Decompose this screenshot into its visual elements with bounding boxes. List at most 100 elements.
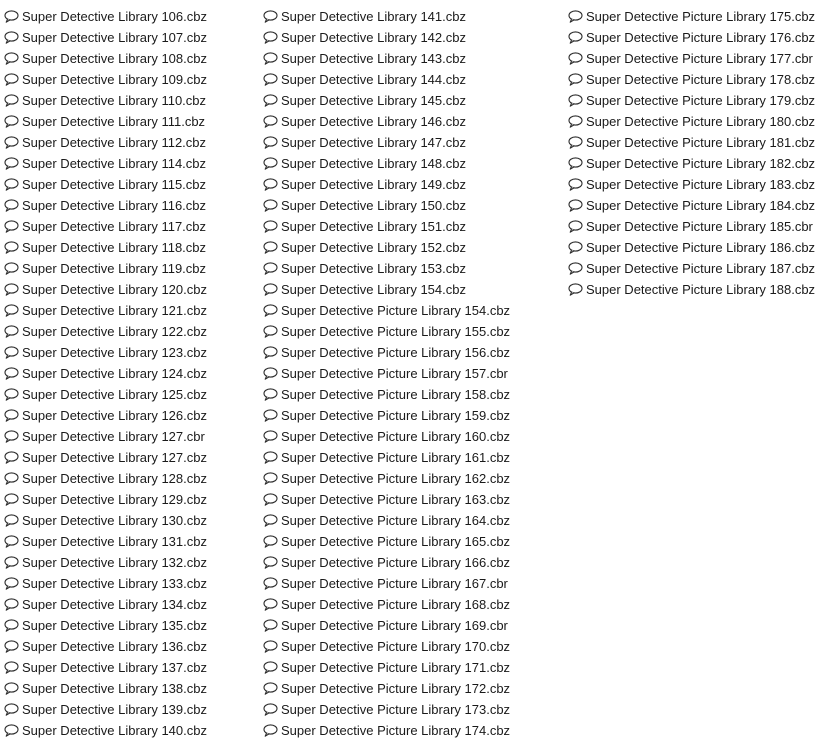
file-item[interactable]: Super Detective Picture Library 170.cbz (263, 636, 565, 657)
file-item[interactable]: Super Detective Picture Library 156.cbz (263, 342, 565, 363)
file-item[interactable]: Super Detective Library 129.cbz (4, 489, 260, 510)
file-item[interactable]: Super Detective Picture Library 163.cbz (263, 489, 565, 510)
file-item[interactable]: Super Detective Picture Library 161.cbz (263, 447, 565, 468)
file-item[interactable]: Super Detective Picture Library 177.cbr (568, 48, 833, 69)
file-item[interactable]: Super Detective Library 107.cbz (4, 27, 260, 48)
file-item[interactable]: Super Detective Picture Library 167.cbr (263, 573, 565, 594)
file-item[interactable]: Super Detective Library 149.cbz (263, 174, 565, 195)
file-item[interactable]: Super Detective Picture Library 155.cbz (263, 321, 565, 342)
file-item[interactable]: Super Detective Picture Library 188.cbz (568, 279, 833, 300)
file-item[interactable]: Super Detective Picture Library 185.cbr (568, 216, 833, 237)
file-item[interactable]: Super Detective Picture Library 165.cbz (263, 531, 565, 552)
file-item[interactable]: Super Detective Library 144.cbz (263, 69, 565, 90)
file-item[interactable]: Super Detective Library 117.cbz (4, 216, 260, 237)
file-item[interactable]: Super Detective Library 151.cbz (263, 216, 565, 237)
speech-bubble-icon (263, 534, 281, 550)
file-item[interactable]: Super Detective Library 109.cbz (4, 69, 260, 90)
file-item[interactable]: Super Detective Picture Library 157.cbr (263, 363, 565, 384)
file-item[interactable]: Super Detective Library 127.cbr (4, 426, 260, 447)
file-item[interactable]: Super Detective Library 138.cbz (4, 678, 260, 699)
file-item[interactable]: Super Detective Picture Library 181.cbz (568, 132, 833, 153)
speech-bubble-icon (263, 702, 281, 718)
file-item[interactable]: Super Detective Library 128.cbz (4, 468, 260, 489)
file-item[interactable]: Super Detective Library 111.cbz (4, 111, 260, 132)
file-item[interactable]: Super Detective Picture Library 184.cbz (568, 195, 833, 216)
speech-bubble-icon (263, 324, 281, 340)
file-item[interactable]: Super Detective Library 110.cbz (4, 90, 260, 111)
speech-bubble-icon (4, 240, 22, 256)
file-item[interactable]: Super Detective Library 123.cbz (4, 342, 260, 363)
speech-bubble-icon (4, 324, 22, 340)
file-item[interactable]: Super Detective Picture Library 182.cbz (568, 153, 833, 174)
file-item[interactable]: Super Detective Library 153.cbz (263, 258, 565, 279)
file-item[interactable]: Super Detective Picture Library 179.cbz (568, 90, 833, 111)
file-item[interactable]: Super Detective Library 141.cbz (263, 6, 565, 27)
file-item[interactable]: Super Detective Library 146.cbz (263, 111, 565, 132)
file-item[interactable]: Super Detective Library 131.cbz (4, 531, 260, 552)
file-item[interactable]: Super Detective Picture Library 162.cbz (263, 468, 565, 489)
file-item[interactable]: Super Detective Library 124.cbz (4, 363, 260, 384)
file-name: Super Detective Picture Library 173.cbz (281, 702, 511, 717)
file-item[interactable]: Super Detective Picture Library 158.cbz (263, 384, 565, 405)
file-item[interactable]: Super Detective Picture Library 180.cbz (568, 111, 833, 132)
file-item[interactable]: Super Detective Picture Library 183.cbz (568, 174, 833, 195)
file-item[interactable]: Super Detective Library 147.cbz (263, 132, 565, 153)
file-item[interactable]: Super Detective Library 112.cbz (4, 132, 260, 153)
file-item[interactable]: Super Detective Picture Library 159.cbz (263, 405, 565, 426)
file-item[interactable]: Super Detective Picture Library 187.cbz (568, 258, 833, 279)
file-item[interactable]: Super Detective Library 118.cbz (4, 237, 260, 258)
file-item[interactable]: Super Detective Picture Library 175.cbz (568, 6, 833, 27)
file-item[interactable]: Super Detective Library 126.cbz (4, 405, 260, 426)
file-name: Super Detective Picture Library 179.cbz (586, 93, 816, 108)
speech-bubble-icon (4, 534, 22, 550)
speech-bubble-icon (568, 51, 586, 67)
file-item[interactable]: Super Detective Library 119.cbz (4, 258, 260, 279)
file-item[interactable]: Super Detective Picture Library 160.cbz (263, 426, 565, 447)
file-item[interactable]: Super Detective Library 142.cbz (263, 27, 565, 48)
file-item[interactable]: Super Detective Library 114.cbz (4, 153, 260, 174)
file-item[interactable]: Super Detective Picture Library 171.cbz (263, 657, 565, 678)
file-item[interactable]: Super Detective Library 152.cbz (263, 237, 565, 258)
file-item[interactable]: Super Detective Library 143.cbz (263, 48, 565, 69)
file-item[interactable]: Super Detective Library 122.cbz (4, 321, 260, 342)
file-item[interactable]: Super Detective Library 139.cbz (4, 699, 260, 720)
file-item[interactable]: Super Detective Library 115.cbz (4, 174, 260, 195)
file-item[interactable]: Super Detective Library 130.cbz (4, 510, 260, 531)
file-item[interactable]: Super Detective Library 108.cbz (4, 48, 260, 69)
file-item[interactable]: Super Detective Library 132.cbz (4, 552, 260, 573)
file-item[interactable]: Super Detective Library 150.cbz (263, 195, 565, 216)
file-item[interactable]: Super Detective Library 120.cbz (4, 279, 260, 300)
speech-bubble-icon (263, 156, 281, 172)
file-item[interactable]: Super Detective Library 106.cbz (4, 6, 260, 27)
file-item[interactable]: Super Detective Library 127.cbz (4, 447, 260, 468)
file-name: Super Detective Library 126.cbz (22, 408, 207, 423)
file-item[interactable]: Super Detective Picture Library 168.cbz (263, 594, 565, 615)
file-item[interactable]: Super Detective Library 145.cbz (263, 90, 565, 111)
file-item[interactable]: Super Detective Picture Library 164.cbz (263, 510, 565, 531)
file-name: Super Detective Picture Library 170.cbz (281, 639, 511, 654)
file-item[interactable]: Super Detective Library 121.cbz (4, 300, 260, 321)
file-item[interactable]: Super Detective Library 135.cbz (4, 615, 260, 636)
file-name: Super Detective Picture Library 180.cbz (586, 114, 816, 129)
file-item[interactable]: Super Detective Picture Library 186.cbz (568, 237, 833, 258)
file-name: Super Detective Picture Library 167.cbr (281, 576, 508, 591)
file-item[interactable]: Super Detective Library 137.cbz (4, 657, 260, 678)
file-item[interactable]: Super Detective Library 116.cbz (4, 195, 260, 216)
speech-bubble-icon (4, 177, 22, 193)
file-item[interactable]: Super Detective Library 133.cbz (4, 573, 260, 594)
file-item[interactable]: Super Detective Picture Library 173.cbz (263, 699, 565, 720)
file-item[interactable]: Super Detective Library 125.cbz (4, 384, 260, 405)
file-item[interactable]: Super Detective Library 134.cbz (4, 594, 260, 615)
speech-bubble-icon (4, 681, 22, 697)
file-item[interactable]: Super Detective Picture Library 172.cbz (263, 678, 565, 699)
file-item[interactable]: Super Detective Picture Library 176.cbz (568, 27, 833, 48)
file-item[interactable]: Super Detective Picture Library 166.cbz (263, 552, 565, 573)
file-item[interactable]: Super Detective Picture Library 169.cbr (263, 615, 565, 636)
file-item[interactable]: Super Detective Library 154.cbz (263, 279, 565, 300)
file-name: Super Detective Library 128.cbz (22, 471, 207, 486)
file-item[interactable]: Super Detective Picture Library 154.cbz (263, 300, 565, 321)
file-item[interactable]: Super Detective Picture Library 178.cbz (568, 69, 833, 90)
file-item[interactable]: Super Detective Library 136.cbz (4, 636, 260, 657)
file-name: Super Detective Library 142.cbz (281, 30, 466, 45)
file-item[interactable]: Super Detective Library 148.cbz (263, 153, 565, 174)
